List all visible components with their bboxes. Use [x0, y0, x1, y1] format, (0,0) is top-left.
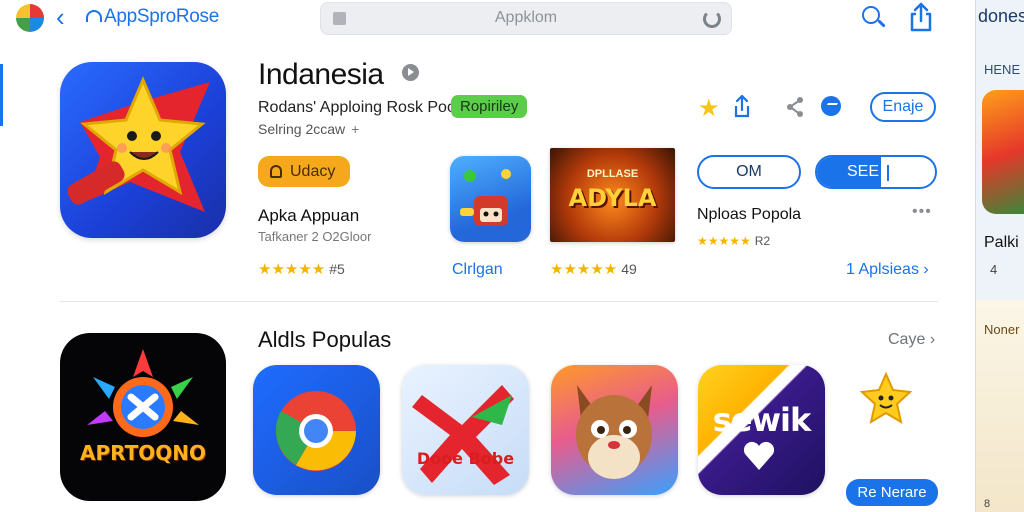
segment-option-left[interactable]: OM: [697, 155, 801, 189]
panel-label: Noner: [984, 322, 1020, 337]
top-bar: ‹ AppSproRose Appklom: [0, 0, 975, 38]
brand-icon: [86, 10, 102, 22]
rating-value: R2: [754, 234, 771, 248]
reload-icon[interactable]: [703, 10, 721, 28]
lock-icon: [270, 165, 282, 178]
share-nodes-icon[interactable]: [786, 96, 804, 118]
rating-value: #5: [329, 261, 345, 277]
banner-title: ADYLA: [568, 184, 657, 212]
card-rating: ★★★★★ #5: [258, 260, 345, 278]
more-dots-icon[interactable]: •••: [912, 203, 932, 221]
meta-text: Selring 2ccaw: [258, 121, 346, 137]
side-accent-bar: [0, 64, 3, 126]
sewik-app-tile[interactable]: sewik: [698, 365, 825, 495]
card-title[interactable]: Nploas Popola: [697, 206, 801, 224]
banner-small-text: DPLLASE: [586, 168, 639, 180]
applications-link-label: 1 Aplsieas: [846, 261, 919, 278]
game-thumbnail[interactable]: [450, 156, 531, 242]
rating-stars: ★★★★★: [550, 261, 618, 278]
search-field[interactable]: Appklom: [320, 2, 732, 35]
category-tag[interactable]: Ropiriley: [451, 95, 528, 118]
card-title[interactable]: Apka Appuan: [258, 206, 359, 226]
search-icon[interactable]: [860, 4, 886, 30]
app-title: Indanesia: [258, 58, 384, 91]
rating-stars: ★★★★★: [697, 234, 751, 248]
tag-pill[interactable]: Udacy: [258, 156, 350, 187]
search-placeholder: Appklom: [494, 9, 558, 26]
see-all-link[interactable]: Caye ›: [888, 331, 935, 349]
app-icon[interactable]: [60, 62, 226, 238]
chevron-right-icon: ›: [929, 331, 936, 348]
upload-icon[interactable]: [733, 94, 751, 118]
panel-subtitle: HENE: [984, 62, 1021, 77]
primary-button[interactable]: Re Nerare: [846, 479, 938, 506]
star-icon[interactable]: ★: [698, 94, 720, 123]
app-tile[interactable]: APRTOQNO: [60, 333, 226, 501]
panel-title: donest: [978, 6, 1024, 26]
segment-option-right[interactable]: SEE: [815, 155, 937, 189]
applications-link[interactable]: 1 Aplsieas ›: [846, 261, 929, 279]
heart-icon: [743, 441, 775, 470]
adjacent-panel: donest HENE Palki 4 Noner 8: [975, 0, 1024, 512]
browser-app-tile[interactable]: [253, 365, 380, 495]
segment-right-label: SEE: [847, 163, 880, 180]
play-badge-icon[interactable]: [402, 64, 419, 81]
card-rating: ★★★★★ R2: [697, 234, 770, 248]
app-subtitle: Rodans' Apploing Rosk Poor: [258, 99, 462, 116]
featured-banner[interactable]: DPLLASE ADYLA: [550, 148, 675, 242]
chevron-right-icon: ›: [923, 261, 929, 278]
meta-plus[interactable]: +: [351, 121, 359, 137]
panel-footer-text: 8: [984, 498, 991, 510]
tag-pill-label: Udacy: [290, 163, 336, 180]
banner-rating: ★★★★★ 49: [550, 260, 637, 278]
app-logo-icon[interactable]: [16, 4, 44, 32]
tile-word: Dooe Bobe: [416, 449, 515, 468]
see-all-label: Caye: [888, 331, 926, 348]
star-mascot-icon[interactable]: [858, 370, 914, 428]
thumbnail-link[interactable]: Clrlgan: [452, 261, 503, 279]
share-icon[interactable]: [908, 2, 934, 32]
panel-app-number: 4: [990, 262, 998, 277]
game-tile[interactable]: Dooe Bobe: [402, 365, 529, 495]
segmented-control: OM SEE: [697, 155, 937, 189]
character-app-tile[interactable]: [551, 365, 678, 495]
rating-stars: ★★★★★: [258, 261, 326, 278]
card-subtitle: Tafkaner 2 O2Gloor: [258, 229, 372, 244]
store-brand[interactable]: AppSproRose: [104, 6, 219, 28]
tile-word: APRTOQNO: [79, 441, 207, 465]
back-chevron-icon[interactable]: ‹: [56, 4, 65, 30]
action-button[interactable]: Enaje: [870, 92, 936, 122]
app-meta: Selring 2ccaw +: [258, 121, 359, 137]
rating-value: 49: [621, 261, 637, 277]
section-divider: [60, 301, 938, 302]
section-title: Aldls Populas: [258, 327, 392, 352]
panel-app-icon[interactable]: [982, 90, 1024, 214]
panel-app-name[interactable]: Palki: [984, 234, 1019, 252]
tile-word: sewik: [712, 401, 812, 439]
messenger-icon[interactable]: [821, 96, 841, 116]
